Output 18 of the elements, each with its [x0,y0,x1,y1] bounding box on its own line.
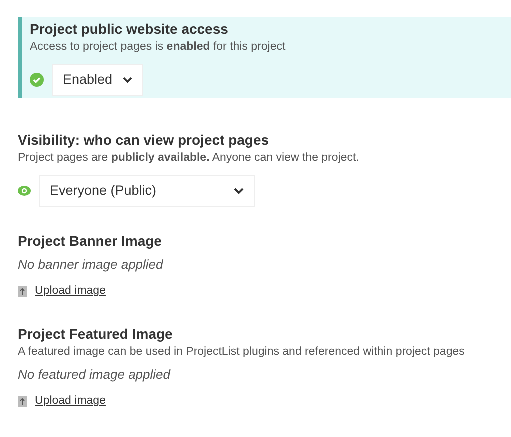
section-title: Project public website access [30,20,230,39]
caret-icon [122,76,132,84]
section-description: Project pages are publicly available. Anyone can view the project. [18,151,360,166]
upload-link[interactable]: Upload image [35,283,106,300]
section-title: Project Banner Image [18,232,163,251]
upload-file-icon [18,286,27,298]
upload-link[interactable]: Upload image [35,393,106,410]
upload-file-icon [18,396,27,408]
dropdown-select[interactable]: Enabled [52,64,143,96]
section-description: Access to project pages is enabled for this project [30,40,287,55]
caret-icon [234,188,244,194]
section-title: Project Featured Image [18,325,174,344]
eye-icon [18,186,31,196]
empty-state-text: No featured image applied [18,366,172,384]
dropdown-select[interactable]: Everyone (Public) [39,175,255,207]
section-title: Visibility: who can view project pages [18,131,270,150]
section-description: A featured image can be used in ProjectList plugins and referenced within project pages [18,345,466,360]
empty-state-text: No banner image applied [18,256,164,274]
